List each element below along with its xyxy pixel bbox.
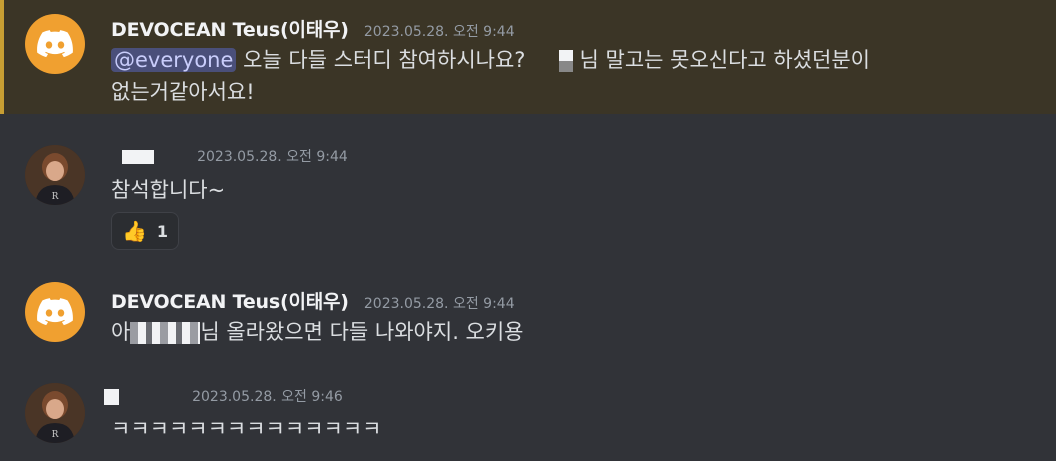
user-avatar-image: R (25, 145, 85, 205)
author-name[interactable]: DEVOCEAN Teus(이태우) (111, 19, 349, 41)
redacted-author-name (104, 388, 119, 405)
timestamp[interactable]: 2023.05.28. 오전 9:44 (197, 149, 348, 165)
user-avatar[interactable]: R (25, 145, 85, 205)
timestamp[interactable]: 2023.05.28. 오전 9:44 (364, 24, 515, 40)
message-header: 2023.05.28. 오전 9:44 (111, 146, 348, 166)
reaction-count: 1 (156, 221, 169, 241)
timestamp[interactable]: 2023.05.28. 오전 9:46 (192, 389, 343, 405)
discord-avatar[interactable] (25, 14, 85, 74)
message-1[interactable]: DEVOCEAN Teus(이태우) 2023.05.28. 오전 9:44 @… (0, 0, 1056, 114)
message-text-suffix: 님 올라왔으면 다들 나와야지. 오키용 (200, 320, 524, 344)
message-text-line2: 없는거같아서요! (111, 80, 255, 104)
user-avatar-image: R (25, 383, 85, 443)
message-header: 2023.05.28. 오전 9:46 (104, 386, 343, 406)
message-header: DEVOCEAN Teus(이태우) 2023.05.28. 오전 9:44 (111, 287, 515, 314)
redacted-mention (130, 322, 201, 344)
discord-avatar[interactable] (25, 282, 85, 342)
svg-text:R: R (52, 192, 59, 202)
message-content: @everyone 오늘 다들 스터디 참여하시나요? 님 말고는 못오신다고 … (111, 44, 870, 108)
redacted-name (558, 50, 573, 72)
message-content: 아 님 올라왔으면 다들 나와야지. 오키용 (111, 316, 524, 348)
message-content: 참석합니다~ (111, 178, 226, 202)
user-avatar[interactable]: R (25, 383, 85, 443)
message-3[interactable]: DEVOCEAN Teus(이태우) 2023.05.28. 오전 9:44 아… (0, 264, 1056, 364)
message-text-part2: 님 말고는 못오신다고 하셨던분이 (579, 48, 871, 72)
message-content: ㅋㅋㅋㅋㅋㅋㅋㅋㅋㅋㅋㅋㅋㅋ (111, 417, 382, 441)
message-text-prefix: 아 (111, 320, 131, 344)
thumbs-up-emoji-icon: 👍 (122, 219, 147, 243)
message-text-part1: 오늘 다들 스터디 참여하시나요? (236, 48, 526, 72)
reaction-thumbs-up[interactable]: 👍 1 (111, 212, 180, 250)
discord-logo-icon (37, 298, 73, 326)
timestamp[interactable]: 2023.05.28. 오전 9:44 (364, 296, 515, 312)
redacted-author-name (122, 149, 154, 164)
author-name[interactable]: DEVOCEAN Teus(이태우) (111, 291, 349, 313)
svg-text:R: R (52, 430, 59, 440)
message-4[interactable]: R 2023.05.28. 오전 9:46 ㅋㅋㅋㅋㅋㅋㅋㅋㅋㅋㅋㅋㅋㅋ (0, 364, 1056, 461)
everyone-mention[interactable]: @everyone (111, 48, 237, 72)
discord-logo-icon (37, 30, 73, 58)
message-header: DEVOCEAN Teus(이태우) 2023.05.28. 오전 9:44 (111, 15, 515, 42)
message-2[interactable]: R 2023.05.28. 오전 9:44 참석합니다~ 👍 1 (0, 114, 1056, 264)
